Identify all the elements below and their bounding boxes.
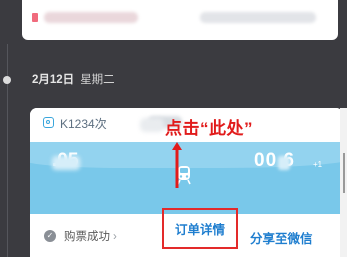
redacted-text (52, 156, 80, 170)
redacted-text (140, 118, 164, 132)
train-icon (43, 117, 54, 128)
redacted-icon (32, 13, 38, 22)
order-detail-button[interactable]: 订单详情 (162, 208, 238, 249)
redacted-text (200, 12, 316, 23)
redacted-text (278, 156, 290, 170)
train-number: K1234次 (60, 117, 107, 131)
redacted-text (44, 12, 138, 23)
check-icon: ✓ (44, 230, 56, 242)
ticket-status[interactable]: 购票成功 › (64, 228, 117, 244)
annotation-arrow-icon (172, 142, 182, 188)
timeline-dot (3, 76, 11, 84)
status-label: 购票成功 (64, 231, 110, 243)
share-wechat-button[interactable]: 分享至微信 (250, 228, 313, 247)
arrival-day-offset: +1 (313, 160, 323, 169)
top-card[interactable] (22, 0, 338, 40)
side-scroll-strip (340, 108, 347, 257)
date-weekday: 星期二 (80, 74, 115, 86)
annotation-label: 点击“此处” (165, 119, 253, 138)
chevron-right-icon: › (113, 231, 117, 243)
date-header: 2月12日 星期二 (32, 71, 115, 87)
date-day: 2月12日 (32, 74, 75, 86)
